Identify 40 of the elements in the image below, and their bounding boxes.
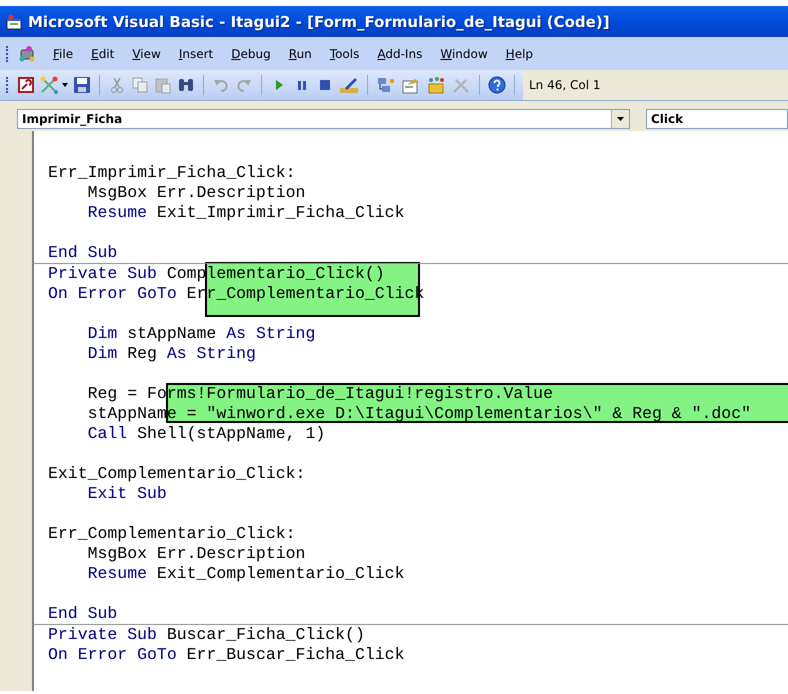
code-line: End Sub — [48, 243, 118, 263]
box-icon[interactable] — [426, 76, 446, 94]
menu-item[interactable]: Tools — [322, 44, 366, 62]
code-line: On Error GoTo Err_Buscar_Ficha_Click — [48, 645, 404, 665]
menu-item[interactable]: Debug — [224, 44, 278, 62]
menu-item[interactable]: Insert — [172, 44, 220, 62]
code-line: Err_Complementario_Click: — [48, 524, 296, 544]
project-icon[interactable] — [376, 76, 396, 94]
menu-item[interactable]: Add-Ins — [370, 44, 430, 62]
code-line: Exit Sub — [86, 484, 167, 504]
ruler-pencil-icon[interactable] — [339, 76, 359, 94]
properties-icon[interactable] — [401, 76, 421, 94]
code-line: Private Sub Buscar_Ficha_Click() — [48, 625, 365, 645]
caret-icon[interactable] — [617, 117, 624, 121]
key-icon[interactable] — [17, 76, 35, 94]
code-line: End Sub — [48, 604, 118, 624]
code-line: Dim stAppName As String — [86, 324, 316, 344]
menu-item[interactable]: Window — [433, 44, 495, 62]
cursor-position: Ln 46, Col 1 — [523, 70, 788, 100]
menu-item[interactable]: Help — [498, 44, 540, 62]
dropdown-button[interactable] — [611, 110, 629, 128]
caret-icon[interactable] — [62, 83, 68, 87]
app-icon — [6, 14, 22, 30]
code-line: MsgBox Err.Description — [86, 544, 306, 564]
code-line: Resume Exit_Complementario_Click — [86, 564, 404, 584]
object-dropdown[interactable]: Imprimir_Ficha — [17, 109, 630, 129]
code-line: MsgBox Err.Description — [86, 183, 306, 203]
menu-item[interactable]: Run — [282, 44, 319, 62]
code-line: Call Shell(stAppName, 1) — [86, 424, 326, 444]
procedure-dropdown[interactable]: Click — [646, 109, 788, 129]
code-line: Err_Imprimir_Ficha_Click: — [48, 163, 296, 183]
menu-item[interactable]: File — [46, 44, 80, 62]
code-line: Dim Reg As String — [86, 344, 256, 364]
menu-item[interactable]: View — [125, 44, 168, 62]
window-title: Microsoft Visual Basic - Itagui2 - [Form_Formulario_de_Itagui (Code)] — [28, 12, 610, 30]
help-icon[interactable] — [488, 76, 506, 94]
code-line: Resume Exit_Imprimir_Ficha_Click — [86, 203, 404, 223]
code-line: Exit_Complementario_Click: — [48, 464, 306, 484]
menu-item[interactable]: Edit — [84, 44, 122, 62]
save-icon[interactable] — [73, 76, 91, 94]
